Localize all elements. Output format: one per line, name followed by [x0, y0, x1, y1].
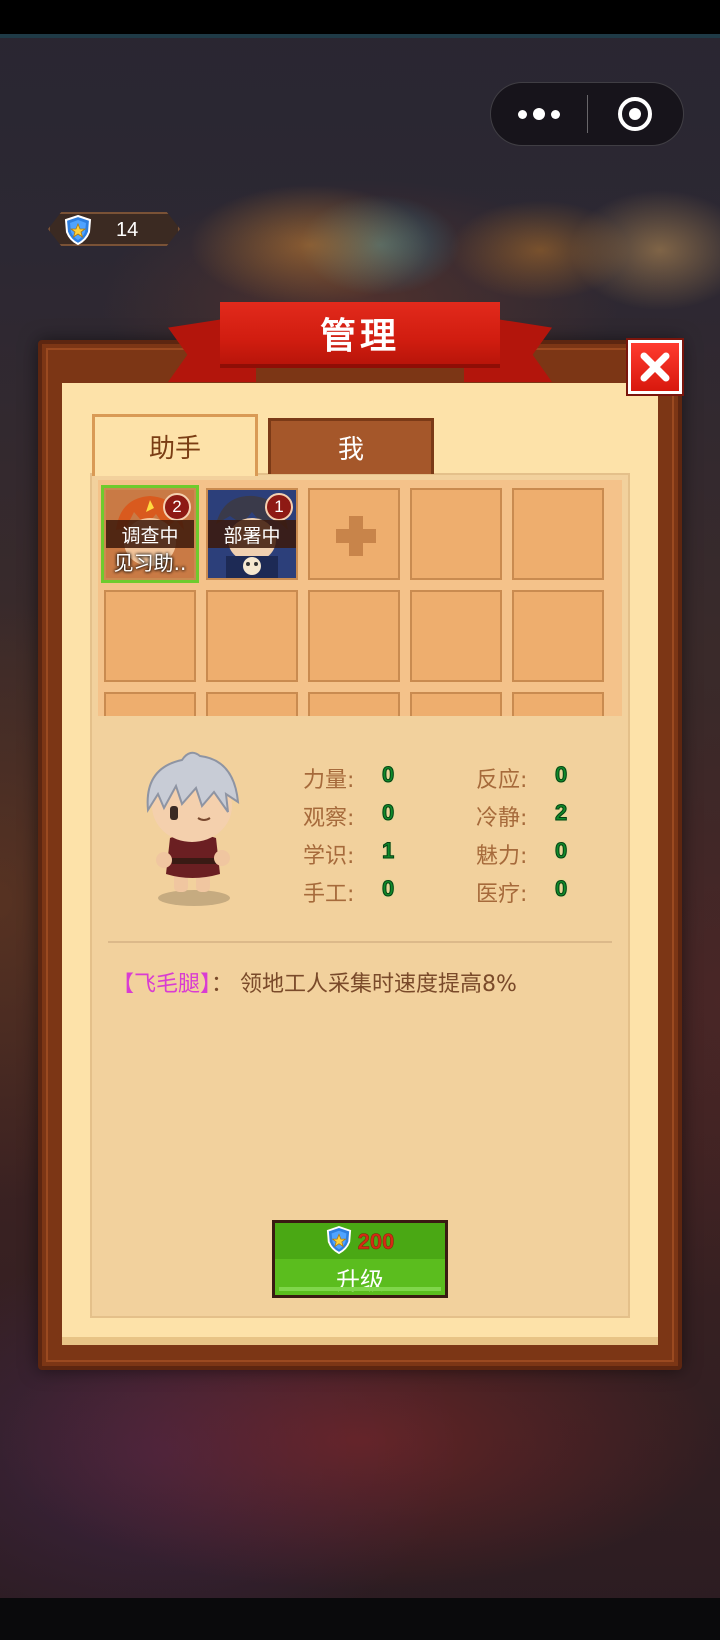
helper-level-badge: 2 — [163, 493, 191, 521]
upgrade-button[interactable]: 200 升级 — [272, 1220, 448, 1298]
helper-slot-2[interactable]: 1 部署中 — [206, 488, 298, 580]
empty-slot — [410, 692, 502, 716]
stat-value: 0 — [381, 800, 395, 826]
shield-counter: 14 — [48, 212, 180, 246]
target-icon — [618, 97, 653, 131]
close-icon — [640, 352, 670, 382]
empty-slot — [512, 590, 604, 682]
dot-icon — [532, 108, 545, 120]
dialog-title-ribbon: 管理 — [220, 302, 500, 368]
stat-label: 医疗: — [476, 882, 528, 907]
stat-value: 2 — [554, 800, 568, 826]
empty-slot — [512, 488, 604, 580]
stat-label: 冷静: — [476, 806, 528, 831]
empty-slot — [410, 488, 502, 580]
status-bar-edge — [0, 34, 720, 38]
shield-count: 14 — [116, 219, 139, 241]
close-button[interactable] — [628, 340, 682, 394]
stat-label: 反应: — [476, 768, 528, 793]
helper-name: 见习助.. — [113, 551, 187, 575]
stat-value: 0 — [381, 876, 395, 902]
plus-icon — [336, 516, 376, 556]
upgrade-cost: 200 — [357, 1229, 395, 1255]
bottom-bar — [0, 1598, 720, 1640]
shield-icon — [64, 214, 92, 246]
tab-me-label: 我 — [337, 435, 364, 465]
empty-slot — [410, 590, 502, 682]
stat-value: 0 — [554, 876, 568, 902]
empty-slot — [308, 590, 400, 682]
skill-description: 【飞毛腿】： 领地工人采集时速度提高8% — [112, 966, 517, 998]
shield-icon — [326, 1226, 352, 1258]
stat-value: 0 — [554, 838, 568, 864]
stat-label: 学识: — [303, 844, 355, 869]
helper-level-badge: 1 — [265, 493, 293, 521]
dialog-title: 管理 — [319, 316, 400, 357]
helper-status: 部署中 — [208, 520, 296, 548]
stat-label: 魅力: — [476, 844, 528, 869]
empty-slot — [512, 692, 604, 716]
empty-slot — [206, 692, 298, 716]
empty-slot — [104, 692, 196, 716]
tab-helpers-label: 助手 — [148, 434, 201, 464]
stat-label: 观察: — [303, 806, 355, 831]
tab-helpers[interactable]: 助手 — [92, 414, 258, 476]
stat-value: 1 — [381, 838, 395, 864]
helper-status: 调查中 — [106, 520, 194, 548]
more-menu-button[interactable] — [491, 82, 587, 146]
add-helper-slot[interactable] — [308, 488, 400, 580]
skill-effect: ： 领地工人采集时速度提高8% — [211, 972, 517, 997]
empty-slot — [104, 590, 196, 682]
helper-slot-1[interactable]: 2 调查中 见习助.. — [104, 488, 196, 580]
stat-value: 0 — [554, 762, 568, 788]
status-bar — [0, 0, 720, 36]
dot-icon — [517, 109, 527, 119]
stat-value: 0 — [381, 762, 395, 788]
character-avatar — [130, 748, 250, 912]
dot-icon — [550, 109, 560, 119]
miniprogram-capsule — [490, 82, 684, 146]
tab-me[interactable]: 我 — [268, 418, 434, 474]
skill-name: 【飞毛腿】 — [112, 972, 212, 997]
stat-label: 手工: — [303, 882, 355, 907]
section-divider — [108, 941, 612, 943]
helper-grid: 2 调查中 见习助.. 1 部署中 — [98, 480, 622, 716]
empty-slot — [308, 692, 400, 716]
upgrade-cost-row: 200 — [275, 1225, 445, 1259]
exit-miniprogram-button[interactable] — [588, 82, 684, 146]
button-shine — [279, 1287, 441, 1291]
empty-slot — [206, 590, 298, 682]
stat-label: 力量: — [303, 768, 355, 793]
